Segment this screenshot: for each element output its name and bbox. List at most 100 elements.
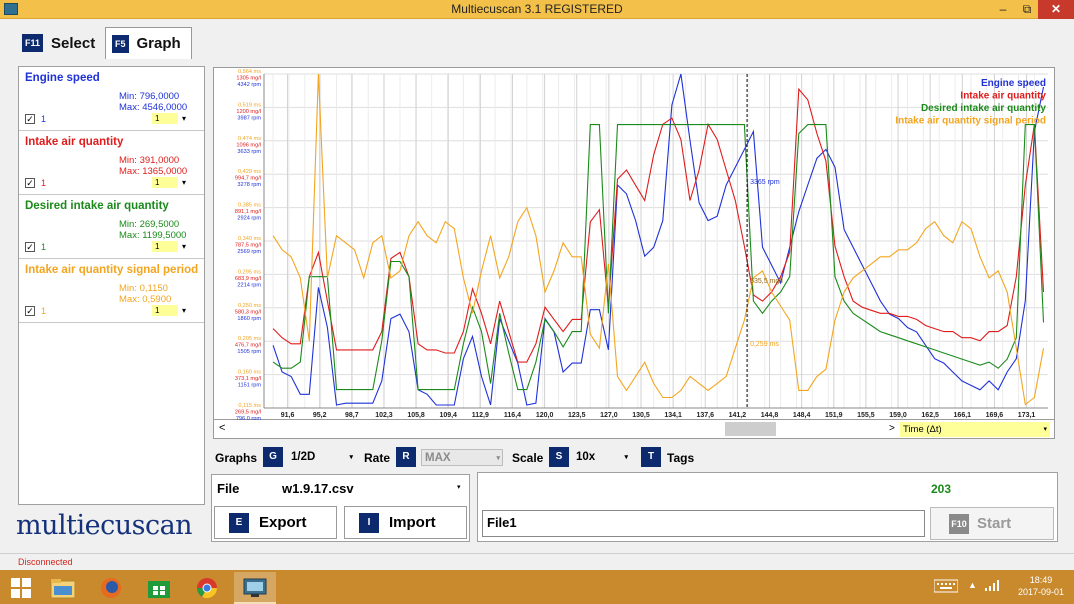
variable-scale-select[interactable]: 1 ▾ — [152, 177, 202, 188]
tab-graph[interactable]: F5 Graph — [105, 27, 192, 59]
y-tick-label: 0,205 ms — [238, 336, 261, 342]
x-tick-label: 98,7 — [345, 412, 359, 419]
variable-scale-select[interactable]: 1 ▾ — [152, 113, 202, 124]
variable-checkbox[interactable]: ✓ — [25, 114, 35, 124]
horizontal-scrollbar[interactable]: < > Time (Δt) ▾ — [213, 420, 1055, 439]
x-tick-label: 102,3 — [375, 412, 393, 419]
series-line-2 — [272, 87, 1045, 363]
variable-engine-speed[interactable]: Engine speed Min: 796,0000 Max: 4546,000… — [19, 67, 204, 131]
file-name-input[interactable]: File1 — [482, 510, 925, 537]
x-tick-label: 127,0 — [600, 412, 618, 419]
x-tick-label: 159,0 — [889, 412, 907, 419]
tab-graph-label: Graph — [136, 35, 181, 52]
scroll-thumb[interactable] — [725, 422, 776, 436]
variable-count: 1 — [41, 178, 47, 188]
firefox-icon[interactable] — [90, 572, 132, 604]
x-tick-label: 148,4 — [793, 412, 811, 419]
chevron-down-icon: ▾ — [496, 455, 500, 462]
y-tick-label: 0,115 ms — [238, 403, 261, 409]
x-tick-label: 151,9 — [825, 412, 843, 419]
variable-max: Max: 0,5900 — [119, 294, 172, 305]
variable-name: Engine speed — [25, 72, 100, 84]
x-tick-label: 169,6 — [986, 412, 1004, 419]
x-tick-label: 162,5 — [921, 412, 939, 419]
variable-count: 1 — [41, 306, 47, 316]
variable-desired-intake-air-quantity[interactable]: Desired intake air quantity Min: 269,500… — [19, 195, 204, 259]
scroll-right-arrow[interactable]: > — [889, 423, 895, 434]
y-tick-label: 2924 rpm — [237, 216, 261, 222]
show-hidden-icons[interactable]: ▲ — [968, 580, 977, 590]
import-button[interactable]: I Import — [344, 506, 467, 539]
start-menu-icon[interactable] — [0, 572, 42, 604]
graphs-value: 1/2D — [291, 451, 316, 463]
record-count: 203 — [931, 482, 952, 496]
multiecuscan-taskbar-icon[interactable] — [234, 572, 276, 604]
graph-area[interactable]: 91,6 95,2 98,7 102,3 105,8 109,4 112,9 116,4 120… — [213, 67, 1056, 421]
time-axis-select[interactable]: Time (Δt) ▾ — [900, 422, 1050, 437]
tags-key: T — [641, 447, 661, 467]
y-tick-label: 1151 rpm — [238, 383, 262, 389]
start-label: Start — [977, 515, 1012, 532]
y-tick-label: 994,7 mg/l — [235, 176, 261, 182]
x-tick-label: 141,2 — [729, 412, 747, 419]
graphs-label: Graphs — [215, 451, 258, 465]
chevron-down-icon[interactable]: ▾ — [457, 483, 461, 491]
network-icon[interactable] — [985, 579, 1001, 593]
x-tick-label: 155,5 — [857, 412, 875, 419]
tags-label[interactable]: Tags — [667, 448, 694, 468]
y-tick-label: 1505 rpm — [237, 349, 261, 355]
taskbar-clock[interactable]: 18:49 2017-09-01 — [1014, 574, 1068, 598]
variable-min: Min: 269,5000 — [119, 219, 180, 230]
variable-max: Max: 1199,5000 — [119, 230, 187, 241]
y-tick-label: 0,295 ms — [238, 269, 261, 275]
store-icon[interactable] — [138, 572, 180, 604]
x-tick-label: 105,8 — [407, 412, 425, 419]
tab-select-label: Select — [51, 34, 96, 52]
close-button[interactable]: ✕ — [1038, 0, 1074, 19]
scale-label: Scale — [512, 451, 544, 465]
cursor-value-label: 3365 rpm — [750, 179, 780, 186]
x-tick-label: 95,2 — [313, 412, 327, 419]
x-tick-label: 173,1 — [1018, 412, 1036, 419]
cursor-value-label: 0,259 ms — [750, 341, 779, 348]
x-tick-label: 109,4 — [439, 412, 457, 419]
rate-key: R — [396, 447, 416, 467]
variable-count: 1 — [41, 114, 47, 124]
rate-value: MAX — [425, 452, 451, 464]
import-key: I — [359, 512, 379, 533]
file-explorer-icon[interactable] — [42, 572, 84, 604]
tab-select[interactable]: F11 Select — [16, 27, 101, 59]
variable-scale-select[interactable]: 1 ▾ — [152, 241, 202, 252]
y-tick-label: 1096 mg/l — [236, 142, 261, 148]
variable-scale-select[interactable]: 1 ▾ — [152, 305, 202, 316]
variable-signal-period[interactable]: Intake air quantity signal period Min: 0… — [19, 259, 204, 323]
window-title: Multiecuscan 3.1 REGISTERED — [451, 2, 623, 16]
scale-value: 1 — [152, 241, 178, 252]
variable-checkbox[interactable]: ✓ — [25, 178, 35, 188]
variable-checkbox[interactable]: ✓ — [25, 242, 35, 252]
scale-select[interactable]: 10x ▾ — [573, 449, 630, 466]
legend-entry: Intake air quantity — [960, 91, 1046, 102]
scroll-left-arrow[interactable]: < — [219, 422, 225, 434]
export-button[interactable]: E Export — [214, 506, 337, 539]
legend-entry: Engine speed — [981, 78, 1046, 89]
variable-checkbox[interactable]: ✓ — [25, 306, 35, 316]
graphs-select[interactable]: 1/2D ▾ — [287, 449, 355, 466]
rate-select[interactable]: MAX ▾ — [421, 449, 503, 466]
y-tick-label: 0,519 ms — [238, 102, 261, 108]
chevron-down-icon: ▾ — [624, 454, 628, 461]
y-tick-label: 683,9 mg/l — [235, 276, 261, 282]
keyboard-icon[interactable] — [933, 579, 959, 595]
scale-value: 1 — [152, 305, 178, 316]
chevron-down-icon: ▾ — [181, 306, 186, 315]
series-line-3 — [272, 124, 1045, 391]
y-tick-label: 4342 rpm — [237, 82, 261, 88]
file-select[interactable]: w1.9.17.csv — [282, 481, 354, 496]
chrome-icon[interactable] — [186, 572, 228, 604]
start-button[interactable]: F10 Start — [930, 507, 1054, 540]
connection-status: Disconnected — [18, 557, 73, 567]
line-chart[interactable]: 91,6 95,2 98,7 102,3 105,8 109,4 112,9 116,4 120… — [214, 68, 1056, 421]
scale-value: 1 — [152, 113, 178, 124]
variable-max: Max: 4546,0000 — [119, 102, 188, 113]
variable-intake-air-quantity[interactable]: Intake air quantity Min: 391,0000 Max: 1… — [19, 131, 204, 195]
